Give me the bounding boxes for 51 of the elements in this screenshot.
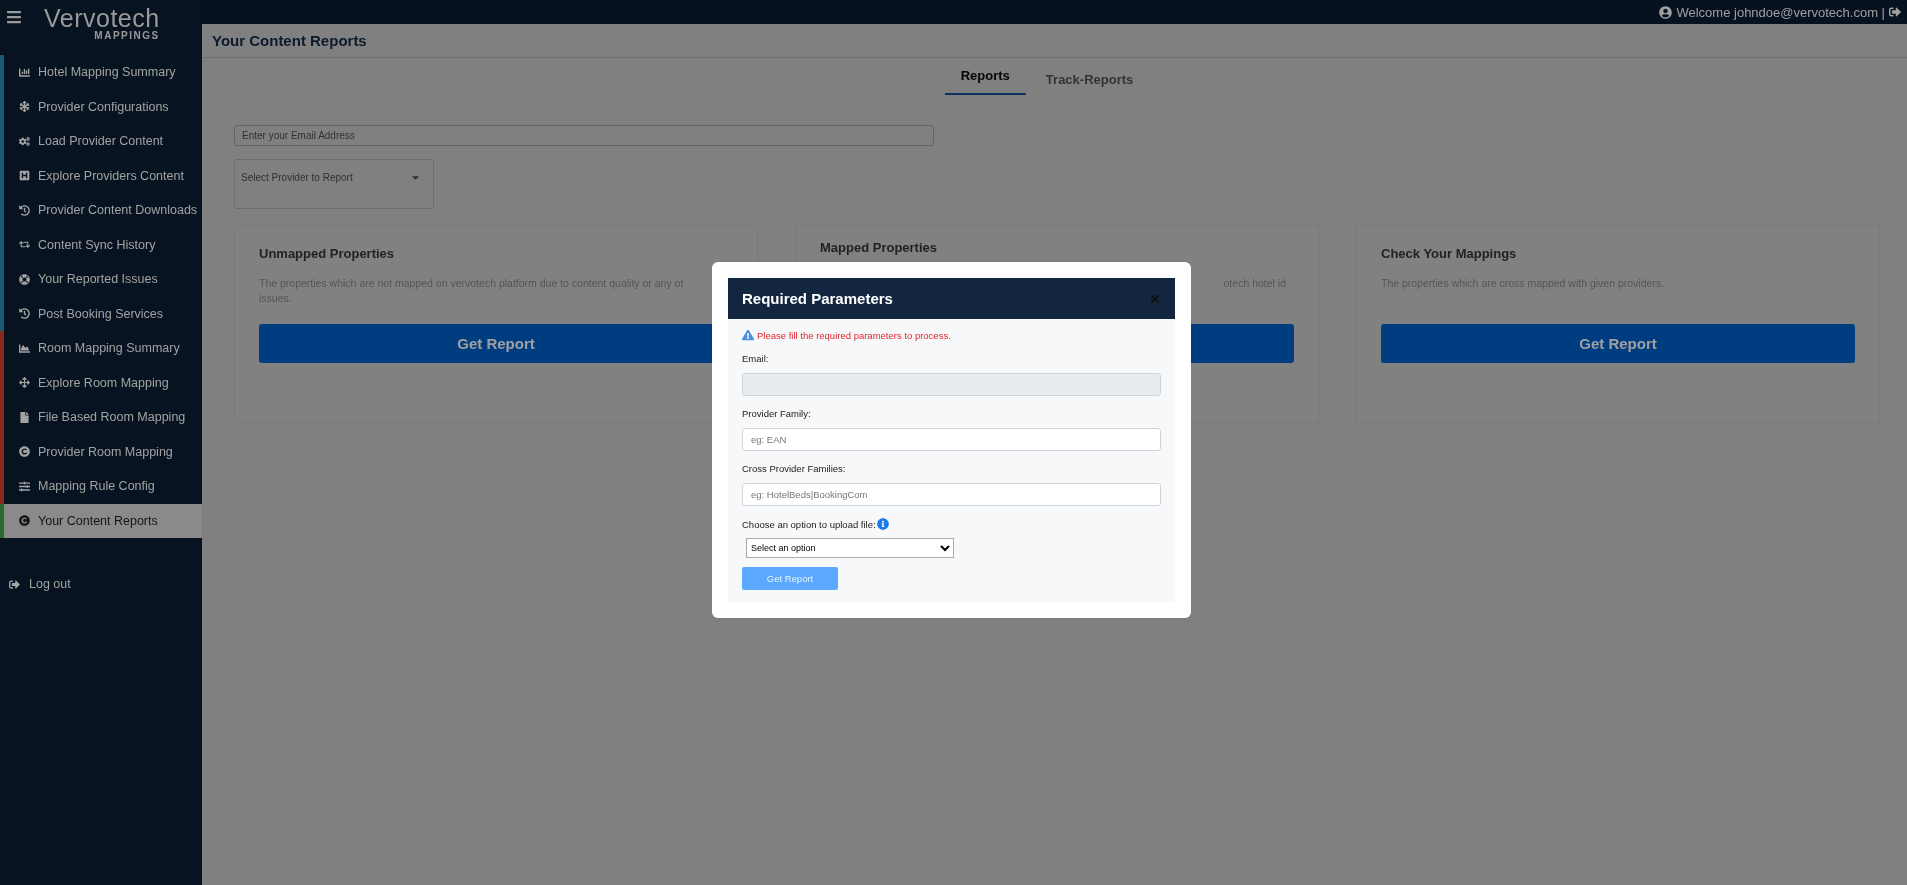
sidebar-item[interactable]: Load Provider Content [0, 124, 202, 159]
sidebar-item[interactable]: Explore Room Mapping [0, 365, 202, 400]
sidebar-item[interactable]: File Based Room Mapping [0, 400, 202, 435]
gears-icon [19, 135, 30, 147]
life-ring-icon [19, 273, 30, 285]
logout-icon[interactable] [1889, 6, 1901, 18]
bar-chart-icon [19, 66, 30, 78]
snowflake-icon [19, 101, 30, 113]
sliders-icon [19, 480, 30, 492]
card-title: Check Your Mappings [1381, 246, 1518, 261]
modal-title: Required Parameters [742, 290, 893, 307]
sidebar-item[interactable]: Your Content Reports [0, 503, 202, 538]
logo-name: Vervotech [44, 6, 160, 30]
file-icon [19, 411, 30, 423]
field-label: Choose an option to upload file: [742, 518, 876, 530]
sidebar-item[interactable]: Content Sync History [0, 227, 202, 262]
sidebar-item[interactable]: Room Mapping Summary [0, 331, 202, 366]
sidebar-item[interactable]: Provider Content Downloads [0, 193, 202, 228]
select-field[interactable]: Select an option [746, 538, 954, 558]
sidebar-item[interactable]: Explore Providers Content [0, 158, 202, 193]
sidebar-item[interactable]: Provider Room Mapping [0, 434, 202, 469]
warning-text: Please fill the required parameters to process. [757, 330, 951, 341]
user-icon [1659, 5, 1673, 19]
logout-link[interactable]: Log out [0, 568, 202, 600]
input-field[interactable]: eg: HotelBeds|BookingCom [742, 483, 1161, 506]
field-label: Cross Provider Families: [742, 463, 847, 474]
tab[interactable]: Reports [944, 66, 1026, 95]
logo-tagline: MAPPINGS [94, 30, 160, 42]
sidebar-item[interactable]: Provider Configurations [0, 89, 202, 124]
history-icon [19, 308, 30, 320]
card-title: Unmapped Properties [259, 246, 396, 261]
email-field[interactable]: Enter your Email Address [234, 125, 934, 146]
sidebar-item[interactable]: Your Reported Issues [0, 262, 202, 297]
input-field[interactable]: eg: EAN [742, 428, 1161, 451]
welcome-text: Welcome johndoe@vervotech.com | [1676, 4, 1885, 20]
page-title: Your Content Reports [212, 32, 367, 49]
logout-icon [9, 578, 20, 590]
area-chart-icon [19, 342, 30, 354]
card-title: Mapped Properties [820, 240, 939, 255]
menu-icon[interactable] [6, 9, 22, 25]
sync-icon [19, 239, 30, 251]
report-button[interactable]: Get Report [1381, 324, 1855, 363]
sidebar-item[interactable]: Hotel Mapping Summary [0, 55, 202, 90]
sidebar-item[interactable]: Post Booking Services [0, 296, 202, 331]
info-icon[interactable] [876, 518, 889, 530]
history-icon [19, 204, 30, 216]
move-arrows-icon [19, 377, 30, 389]
field-label: Email: [742, 353, 770, 364]
warning-icon [742, 329, 754, 341]
close-icon [1149, 292, 1161, 305]
field-label: Provider Family: [742, 408, 812, 419]
